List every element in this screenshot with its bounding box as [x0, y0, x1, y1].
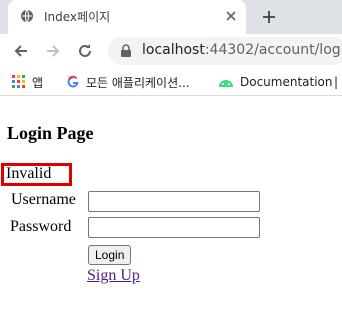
bookmarks-bar: 앱 모든 애플리케이션... Documentation |	[0, 68, 342, 96]
url-text: localhost:44302/account/login	[142, 42, 342, 58]
browser-toolbar: localhost:44302/account/login	[0, 34, 342, 68]
bookmark-documentation[interactable]: Documentation	[218, 73, 333, 91]
new-tab-icon[interactable]	[260, 8, 278, 26]
tab-strip: Index페이지	[0, 0, 342, 34]
bookmark-all-applications[interactable]: 모든 애플리케이션...	[66, 73, 190, 91]
url-host: localhost	[142, 42, 205, 58]
username-label: Username	[11, 191, 76, 208]
android-icon	[219, 80, 233, 87]
login-button[interactable]: Login	[88, 245, 132, 265]
password-input[interactable]	[88, 217, 260, 238]
bookmark-separator: |	[334, 73, 338, 91]
bookmark-label: Documentation	[240, 75, 333, 89]
address-bar[interactable]: localhost:44302/account/login	[108, 37, 342, 65]
bookmark-apps[interactable]: 앱	[12, 73, 43, 91]
active-tab[interactable]: Index페이지	[8, 0, 246, 34]
username-input[interactable]	[88, 191, 260, 212]
bookmark-label: 모든 애플리케이션...	[86, 75, 190, 90]
error-message: Invalid	[6, 165, 52, 182]
close-icon[interactable]	[224, 9, 238, 23]
google-icon	[67, 75, 79, 88]
password-label: Password	[10, 218, 72, 235]
separator-label: |	[334, 75, 339, 89]
page-content: Login Page Invalid Username Password Log…	[0, 97, 342, 312]
forward-arrow-icon[interactable]	[44, 42, 62, 60]
page-title: Login Page	[7, 123, 94, 143]
back-arrow-icon[interactable]	[12, 42, 30, 60]
lock-icon[interactable]	[120, 44, 132, 58]
apps-grid-icon	[12, 75, 25, 88]
reload-icon[interactable]	[76, 42, 94, 60]
globe-icon	[21, 9, 33, 23]
signup-link[interactable]: Sign Up	[87, 267, 140, 285]
tab-title: Index페이지	[44, 10, 111, 24]
url-path: :44302/account/login	[204, 42, 342, 58]
bookmark-label: 앱	[32, 75, 44, 90]
